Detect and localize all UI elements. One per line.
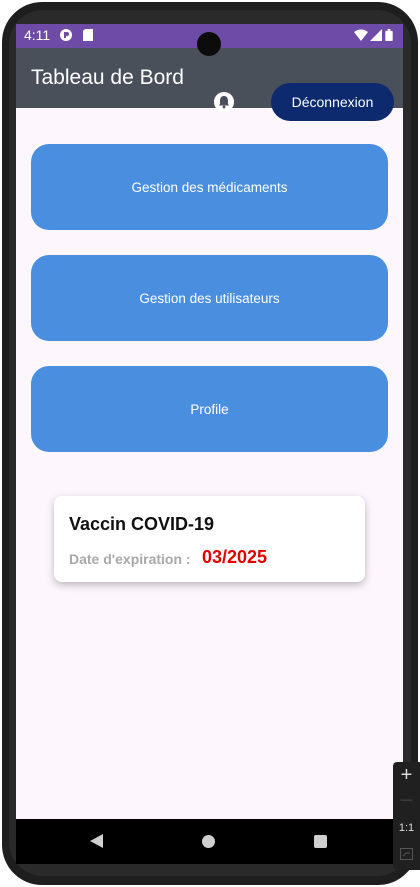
system-nav-bar (16, 819, 403, 864)
status-time: 4:11 (24, 27, 51, 43)
actual-size-button[interactable]: 1:1 (393, 822, 420, 834)
vaccine-name: Vaccin COVID-19 (69, 514, 215, 534)
vaccine-card: Vaccin COVID-19 Date d'expiration : 03/2… (54, 496, 365, 582)
fit-screen-icon[interactable] (400, 848, 413, 860)
back-icon[interactable] (90, 834, 103, 848)
manage-users-button[interactable]: Gestion des utilisateurs (31, 255, 388, 341)
expiration-label: Date d'expiration : (69, 551, 191, 567)
zoom-out-icon[interactable]: — (393, 792, 420, 806)
zoom-in-icon[interactable]: + (393, 764, 420, 787)
manage-medications-button[interactable]: Gestion des médicaments (31, 144, 388, 230)
cell-signal-icon (370, 29, 382, 41)
logout-button[interactable]: Déconnexion (271, 83, 394, 121)
page-title: Tableau de Bord (31, 66, 184, 89)
emulator-toolbar: + — 1:1 (393, 762, 420, 870)
battery-icon (385, 29, 393, 41)
home-icon[interactable] (202, 835, 215, 848)
expiration-value: 03/2025 (202, 547, 268, 567)
profile-button[interactable]: Profile (31, 366, 388, 452)
app-notification-icon (60, 29, 72, 41)
wifi-icon (354, 29, 368, 41)
camera-cutout (197, 32, 221, 56)
notification-bell-icon[interactable] (214, 92, 234, 112)
sd-card-icon (83, 29, 93, 41)
phone-screen: 4:11 Tableau de Bord Déconnexion Gestion… (16, 24, 403, 864)
recent-apps-icon[interactable] (314, 835, 327, 848)
app-bar: Tableau de Bord Déconnexion (16, 48, 403, 121)
